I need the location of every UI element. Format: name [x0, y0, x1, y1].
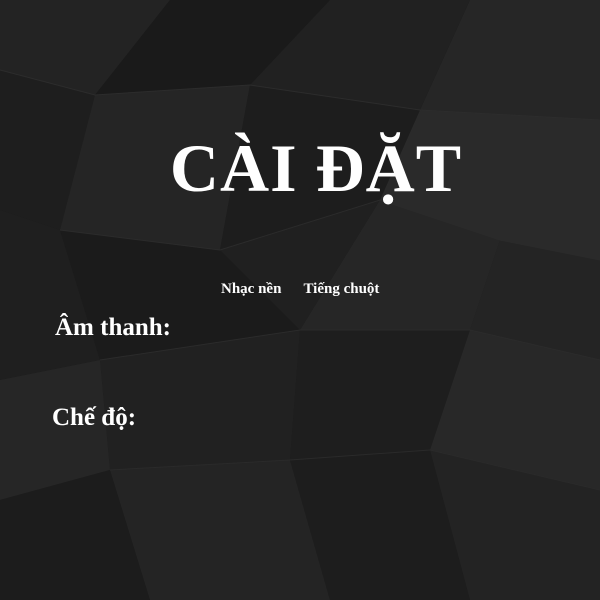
sound-label: Âm thanh: [55, 314, 171, 341]
mode-label: Chế độ: [52, 404, 137, 431]
background-music-option[interactable]: Nhạc nền [221, 281, 281, 298]
settings-screen: CÀI ĐẶT Nhạc nền Tiếng chuột Âm thanh: C… [0, 0, 600, 600]
mouse-sound-option[interactable]: Tiếng chuột [303, 281, 379, 298]
page-title: CÀI ĐẶT [169, 130, 463, 206]
sound-options: Nhạc nền Tiếng chuột [221, 281, 379, 298]
background-low-poly [0, 0, 600, 600]
